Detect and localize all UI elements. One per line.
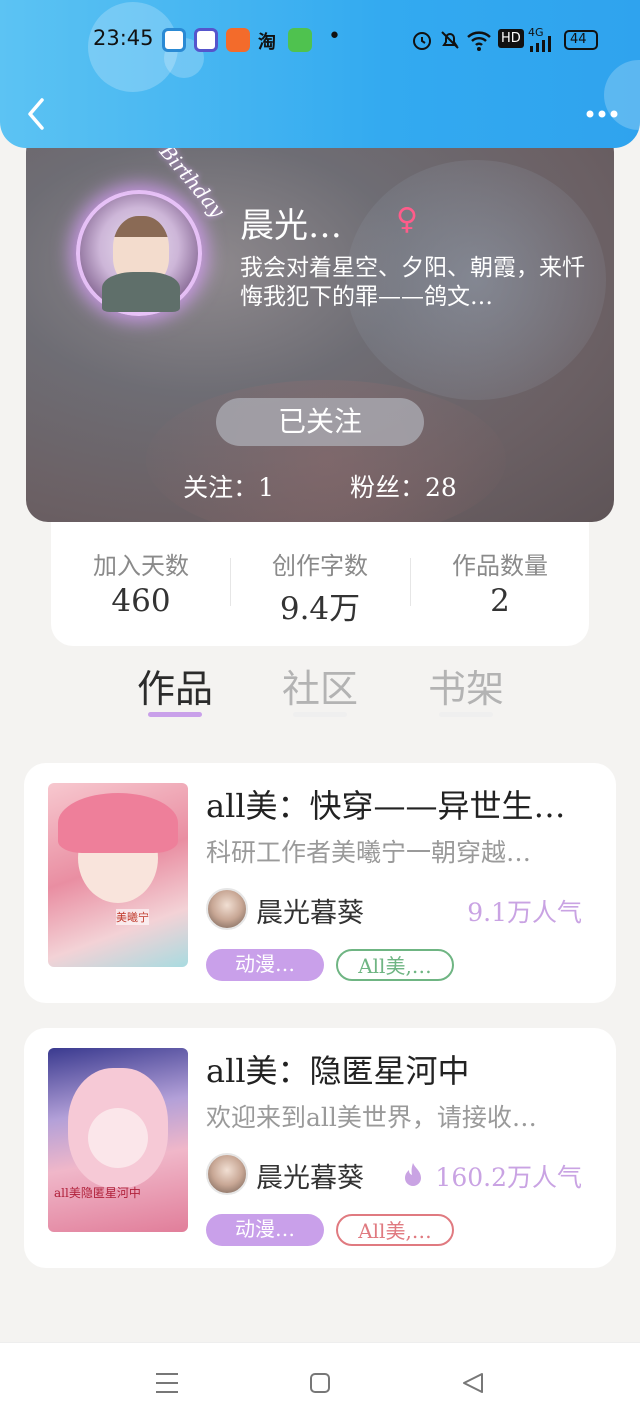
stat-label: 作品数量: [452, 552, 548, 580]
profile-avatar[interactable]: [76, 190, 202, 316]
tab-indicator: [293, 712, 347, 717]
profile-header-card: 7Birthday 晨光… ♀ 我会对着星空、夕阳、朝霞，来忏悔我犯下的罪——鸽…: [26, 130, 614, 522]
work-tag-category[interactable]: 动漫…: [206, 949, 324, 981]
tab-active-indicator: [148, 712, 202, 717]
wifi-icon: [467, 31, 491, 51]
work-description: 科研工作者美曦宁一朝穿越…: [206, 838, 532, 867]
author-avatar: [206, 888, 248, 930]
author-stats-card: 加入天数 460 创作字数 9.4万 作品数量 2: [51, 522, 589, 646]
work-popularity: 9.1万人气: [467, 898, 582, 927]
tab-bookshelf[interactable]: 书架: [428, 658, 504, 713]
battery-level: 44: [570, 32, 587, 47]
app-icon-3: [226, 28, 250, 52]
menu-icon[interactable]: [154, 1371, 180, 1395]
work-tag-genre[interactable]: All美,…: [336, 1214, 454, 1246]
stat-word-count: 创作字数 9.4万: [230, 546, 410, 628]
profile-username: 晨光…: [240, 206, 342, 246]
status-time: 23:45: [93, 26, 154, 50]
author-avatar: [206, 1153, 248, 1195]
avatar-body: [102, 272, 180, 312]
cover-caption: 美曦宁: [116, 909, 149, 925]
stat-value: 460: [111, 583, 171, 619]
signal-icon: [530, 36, 551, 52]
follow-counts: 关注：1 粉丝：28: [26, 468, 614, 504]
work-card[interactable]: 美曦宁 all美：快穿——异世生… 科研工作者美曦宁一朝穿越… 晨光暮葵 9.1…: [24, 763, 616, 1003]
status-bar: 23:45 淘 • HD 4G 44: [0, 0, 640, 80]
work-tag-genre[interactable]: All美,…: [336, 949, 454, 981]
work-author: 晨光暮葵: [256, 898, 364, 929]
cover-hair: [58, 793, 178, 853]
followers-count[interactable]: 粉丝：28: [350, 473, 457, 502]
taobao-icon: 淘: [258, 32, 276, 53]
mute-bell-icon: [441, 31, 459, 49]
stat-value: 2: [490, 583, 510, 619]
work-author: 晨光暮葵: [256, 1163, 364, 1194]
app-icon-2: [194, 28, 218, 52]
work-cover-image[interactable]: 美曦宁: [48, 783, 188, 967]
stat-value: 9.4万: [279, 591, 361, 627]
stat-label: 加入天数: [93, 552, 189, 580]
notification-dot: •: [328, 24, 341, 49]
work-description: 欢迎来到all美世界，请接收…: [206, 1103, 537, 1132]
work-tag-category[interactable]: 动漫…: [206, 1214, 324, 1246]
tab-community[interactable]: 社区: [282, 658, 358, 713]
work-card[interactable]: all美隐匿星河中 all美：隐匿星河中 欢迎来到all美世界，请接收… 晨光暮…: [24, 1028, 616, 1268]
app-icon-1: [162, 28, 186, 52]
home-square-icon[interactable]: [308, 1371, 332, 1395]
work-cover-image[interactable]: all美隐匿星河中: [48, 1048, 188, 1232]
more-options-button[interactable]: [582, 100, 622, 128]
stat-join-days: 加入天数 460: [51, 546, 231, 619]
app-icon-5: [288, 28, 312, 52]
work-title: all美：快穿——异世生…: [206, 787, 566, 825]
followed-button[interactable]: 已关注: [216, 398, 424, 446]
battery-icon: 44: [564, 30, 598, 50]
tab-works[interactable]: 作品: [137, 658, 213, 713]
profile-bio: 我会对着星空、夕阳、朝霞，来忏悔我犯下的罪——鸽文…: [240, 255, 585, 310]
following-count[interactable]: 关注：1: [183, 473, 274, 502]
alarm-icon: [413, 32, 431, 50]
stat-works-count: 作品数量 2: [410, 546, 590, 619]
profile-tabs: 作品 社区 书架: [0, 650, 640, 730]
work-title: all美：隐匿星河中: [206, 1052, 470, 1090]
cover-face: [88, 1108, 148, 1168]
work-popularity: 160.2万人气: [435, 1163, 582, 1192]
system-navigation-bar: [0, 1342, 640, 1422]
hd-icon: HD: [498, 29, 524, 48]
gender-female-icon: ♀: [396, 202, 418, 237]
flame-icon: [405, 1163, 421, 1186]
back-triangle-icon[interactable]: [460, 1371, 486, 1395]
back-button[interactable]: [22, 96, 52, 132]
cover-caption: all美隐匿星河中: [54, 1186, 141, 1200]
tab-indicator: [439, 712, 493, 717]
stat-label: 创作字数: [272, 552, 368, 580]
